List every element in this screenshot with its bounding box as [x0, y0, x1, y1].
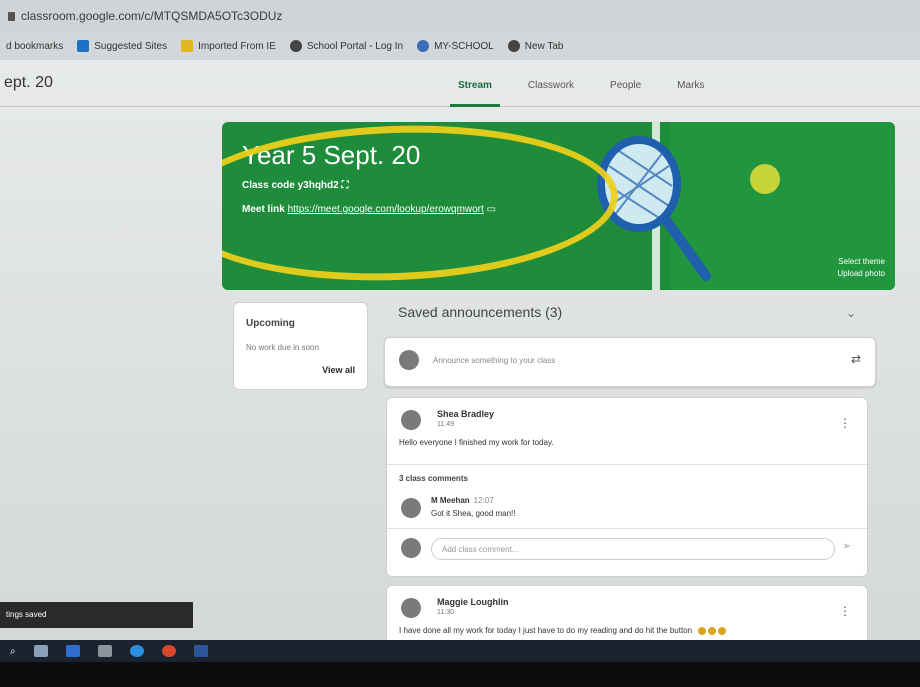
bookmark-label: Suggested Sites	[94, 40, 168, 52]
comment-author: M Meehan 12:07	[431, 496, 494, 505]
comment-text: Got it Shea, good man!!	[431, 509, 516, 518]
upcoming-text: No work due in soon	[246, 343, 319, 352]
bookmark-label: School Portal - Log In	[306, 40, 404, 52]
post-card: Shea Bradley 11:49 ⋮ Hello everyone I fi…	[386, 397, 868, 577]
word-icon[interactable]	[193, 645, 208, 657]
monitor-screen: classroom.google.com/c/MTQSMDA5OTc3ODUz …	[0, 0, 920, 641]
repost-icon[interactable]: ⇄	[851, 352, 861, 366]
post-author: Maggie Loughlin	[437, 597, 509, 607]
task-view-icon[interactable]	[33, 645, 48, 657]
classroom-header: ept. 20 Stream Classwork People Marks	[0, 60, 920, 107]
select-theme-button[interactable]: Select theme	[837, 256, 885, 268]
app-icon[interactable]	[97, 645, 112, 657]
comment-author-name: M Meehan	[431, 496, 470, 505]
windows-taskbar: ⌕	[0, 640, 920, 662]
banner-actions: Select theme Upload photo	[837, 256, 885, 280]
bookmark-suggested-sites[interactable]: Suggested Sites	[77, 40, 167, 52]
bookmark-label: d bookmarks	[6, 40, 64, 52]
class-comments-link[interactable]: 3 class comments	[399, 474, 468, 483]
avatar	[401, 538, 421, 558]
bookmark-my-school[interactable]: MY-SCHOOL	[417, 40, 494, 52]
tab-marks[interactable]: Marks	[659, 60, 722, 106]
globe-icon	[289, 40, 302, 52]
bookmark-imported[interactable]: Imported From IE	[181, 40, 276, 52]
chevron-down-icon[interactable]: ⌄	[846, 306, 856, 320]
tab-people[interactable]: People	[592, 60, 659, 106]
search-icon[interactable]: ⌕	[10, 646, 16, 657]
globe-icon	[507, 40, 520, 52]
tab-classwork[interactable]: Classwork	[510, 60, 592, 106]
bookmark-item[interactable]: d bookmarks	[6, 41, 63, 52]
chrome-icon[interactable]	[161, 645, 176, 657]
bing-icon	[77, 40, 90, 52]
edge-icon[interactable]	[129, 645, 144, 657]
url-text[interactable]: classroom.google.com/c/MTQSMDA5OTc3ODUz	[21, 9, 282, 23]
post-body: Hello everyone I finished my work for to…	[399, 438, 554, 447]
post-author: Shea Bradley	[437, 409, 495, 419]
avatar	[401, 598, 421, 618]
bookmarks-bar: d bookmarks Suggested Sites Imported Fro…	[0, 32, 920, 60]
post-time: 11:49	[437, 421, 454, 428]
view-all-link[interactable]: View all	[322, 365, 355, 375]
upcoming-title: Upcoming	[246, 318, 295, 329]
class-banner: Year 5 Sept. 20 Class code y3hqhd2 ⛶ Mee…	[222, 122, 895, 290]
more-options-icon[interactable]: ⋮	[839, 604, 851, 618]
page-title[interactable]: ept. 20	[4, 74, 53, 92]
announce-placeholder[interactable]: Announce something to your class	[433, 356, 555, 365]
send-icon[interactable]: ➢	[843, 541, 851, 552]
tab-stream[interactable]: Stream	[440, 60, 510, 107]
bookmark-label: Imported From IE	[198, 40, 276, 52]
announce-box[interactable]: Announce something to your class ⇄	[384, 337, 876, 387]
avatar	[399, 350, 419, 370]
bookmark-new-tab[interactable]: New Tab	[507, 40, 564, 52]
lock-icon	[8, 11, 15, 21]
post-time: 11:30	[437, 609, 454, 616]
emoji-icon	[698, 626, 727, 635]
outlook-icon[interactable]	[65, 645, 80, 657]
folder-icon	[181, 40, 194, 52]
saved-announcements-header[interactable]: Saved announcements (3)	[398, 304, 562, 320]
add-comment-input[interactable]: Add class comment...	[431, 538, 835, 560]
post-card: Maggie Loughlin 11:30 ⋮ I have done all …	[386, 585, 868, 641]
post-body-text: I have done all my work for today I just…	[399, 626, 693, 635]
comment-time: 12:07	[473, 496, 494, 505]
bookmark-label: New Tab	[524, 40, 564, 52]
avatar	[401, 410, 421, 430]
yellow-highlight-annotation	[222, 122, 621, 288]
upload-photo-button[interactable]: Upload photo	[837, 268, 885, 280]
bookmark-school-portal[interactable]: School Portal - Log In	[289, 40, 404, 52]
tab-bar: Stream Classwork People Marks	[440, 60, 722, 107]
divider	[387, 464, 867, 465]
tennis-ball-icon	[750, 164, 780, 194]
more-options-icon[interactable]: ⋮	[839, 416, 851, 430]
bookmark-label: MY-SCHOOL	[434, 40, 494, 52]
post-body: I have done all my work for today I just…	[399, 626, 727, 635]
address-bar[interactable]: classroom.google.com/c/MTQSMDA5OTc3ODUz	[0, 0, 920, 32]
divider	[387, 528, 867, 529]
monitor-bezel	[0, 662, 920, 687]
school-icon	[417, 40, 430, 52]
avatar	[401, 498, 421, 518]
snackbar: tings saved	[0, 602, 193, 628]
upcoming-card: Upcoming No work due in soon View all	[233, 302, 368, 390]
